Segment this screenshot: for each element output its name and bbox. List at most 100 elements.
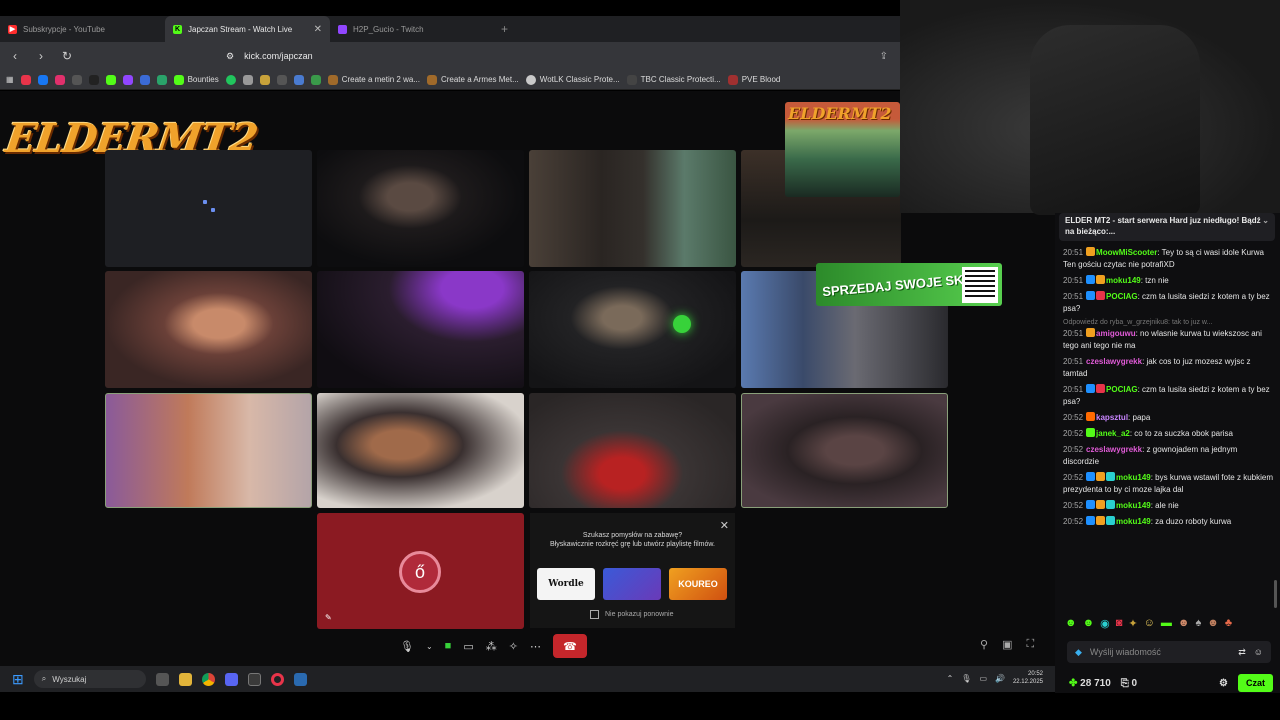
bookmark-icon[interactable] [242, 74, 253, 85]
badge-icon [1086, 291, 1096, 300]
mic-muted-icon: ✎ [325, 613, 332, 622]
emote-icon[interactable]: ☺ [1144, 617, 1155, 630]
bookmark-icon[interactable] [20, 74, 31, 85]
folder-icon [327, 74, 338, 85]
dont-show-again[interactable]: Nie pokazuj ponownie [590, 610, 674, 619]
close-tab-icon[interactable]: ✕ [314, 24, 322, 35]
wow-icon [727, 74, 738, 85]
participant-tile-empty [105, 150, 312, 267]
checkbox[interactable] [590, 610, 599, 619]
emote-icon[interactable]: ☻ [1178, 617, 1190, 630]
tab-youtube[interactable]: ▶ Subskrypcje - YouTube [0, 16, 165, 42]
volume-icon[interactable]: 🔊 [995, 674, 1005, 683]
tab-label: H2P_Gucio - Twitch [353, 24, 424, 34]
camera-icon[interactable]: ■ [445, 640, 452, 652]
fullscreen-icon[interactable]: ⛶ [1026, 638, 1034, 651]
game-card-kouk[interactable]: KOUREO [669, 568, 727, 600]
x-icon[interactable] [71, 74, 82, 85]
bookmark-icon[interactable] [156, 74, 167, 85]
facebook-icon[interactable] [37, 74, 48, 85]
tab-kick[interactable]: K Japczan Stream - Watch Live ✕ [165, 16, 330, 42]
apps-icon[interactable]: ▦ [6, 75, 14, 84]
bookmark-icon[interactable] [225, 74, 236, 85]
bookmark-tbc[interactable]: TBC Classic Protecti... [626, 74, 721, 85]
emote-icon[interactable]: ☻ [1065, 617, 1077, 630]
bookmark-bounties[interactable]: Bounties [173, 74, 219, 85]
emote-icon[interactable]: ☻ [1083, 617, 1095, 630]
chevron-down-icon[interactable]: ⌄ [1262, 215, 1269, 226]
taskbar-search[interactable]: ⌕ Wyszukaj [33, 670, 146, 688]
emote-icon[interactable]: ◙ [1116, 617, 1123, 630]
mic-tray-icon[interactable]: 🎙 [961, 674, 971, 683]
pinned-message[interactable]: ELDER MT2 - start serwera Hard juz niedł… [1059, 213, 1275, 241]
badge-icon [1096, 291, 1106, 300]
reactions-icon[interactable]: ⁂ [486, 640, 497, 653]
emote-icon[interactable]: ☻ [1207, 617, 1219, 630]
site-info-icon[interactable]: ⚙ [226, 51, 234, 62]
instagram-icon[interactable] [54, 74, 65, 85]
game-card-blue[interactable] [603, 568, 661, 600]
url-field[interactable]: ⚙ kick.com/japczan ⇪ [216, 46, 888, 66]
tab-twitch[interactable]: H2P_Gucio - Twitch [330, 16, 495, 42]
emote-icon[interactable]: ♣ [1225, 617, 1232, 630]
more-icon[interactable]: ⋯ [530, 640, 541, 653]
reload-icon[interactable]: ↻ [60, 49, 74, 63]
send-chat-button[interactable]: Czat [1237, 674, 1273, 692]
emote-icon[interactable]: ▬ [1161, 617, 1172, 630]
kick-coins[interactable]: ✤ 28 710 [1069, 678, 1111, 689]
bookmark-icon[interactable] [139, 74, 150, 85]
new-tab-icon[interactable]: + [501, 22, 508, 36]
bookmark-icon[interactable] [259, 74, 270, 85]
windows-start-icon[interactable]: ⊞ [12, 671, 24, 688]
windows-taskbar: ⊞ ⌕ Wyszukaj ⌃ 🎙 ▭ 🔊 20:52 22.12.2025 [0, 666, 1055, 692]
gift-icon: ⎘ [1120, 677, 1129, 689]
discord-icon[interactable] [224, 672, 238, 686]
chevron-down-icon[interactable]: ⌄ [426, 642, 433, 651]
pin-icon[interactable]: ⚲ [980, 638, 988, 651]
share-icon[interactable]: ⇪ [880, 51, 888, 62]
clock[interactable]: 20:52 22.12.2025 [1013, 670, 1043, 686]
file-explorer-icon[interactable] [178, 672, 192, 686]
chat-input[interactable]: ◆ Wyślij wiadomość ⇄ ☺ [1067, 641, 1271, 663]
chat-message: 20:51 MoowMiScooter: Tey to są ci wasi id… [1063, 247, 1264, 269]
kick-bookmark-icon[interactable] [105, 74, 116, 85]
gift-counter[interactable]: ⎘ 0 [1121, 678, 1137, 689]
app-icon[interactable] [247, 672, 261, 686]
bookmark-wotlk[interactable]: WotLK Classic Prote... [525, 74, 620, 85]
emote-icon[interactable]: ♠ [1195, 617, 1201, 630]
emote-icon[interactable]: ◉ [1100, 617, 1110, 630]
bookmark-icon[interactable] [293, 74, 304, 85]
bookmark-armes-met[interactable]: Create a Armes Met... [426, 74, 519, 85]
forward-icon[interactable]: › [34, 49, 48, 63]
bookmark-icon[interactable] [310, 74, 321, 85]
emoji-icon[interactable]: ☺ [1254, 647, 1263, 657]
twitch-bookmark-icon[interactable] [122, 74, 133, 85]
opera-icon[interactable] [270, 672, 284, 686]
settings-icon[interactable]: ⚙ [1219, 678, 1228, 689]
participant-tile [529, 150, 736, 267]
chat-message: 20:52 moku149: ale nie [1063, 500, 1179, 510]
chat-scrollbar[interactable] [1274, 580, 1277, 608]
emote-icon[interactable]: ✦ [1128, 617, 1137, 630]
meet-controls: 🎙 ⌄ ■ ▭ ⁂ ✧ ⋯ ☎ [400, 633, 640, 659]
network-icon[interactable]: ▭ [979, 674, 987, 683]
bookmark-metin-wa[interactable]: Create a metin 2 wa... [327, 74, 420, 85]
game-card-wordle[interactable]: Wordle [537, 568, 595, 600]
steam-icon[interactable] [293, 672, 307, 686]
bookmark-pve-blood[interactable]: PVE Blood [727, 74, 780, 85]
chrome-icon[interactable] [201, 672, 215, 686]
mic-icon[interactable]: 🎙 [400, 640, 414, 653]
hang-up-button[interactable]: ☎ [552, 634, 587, 658]
effects-icon[interactable]: ✧ [509, 640, 518, 653]
task-view-icon[interactable] [155, 672, 169, 686]
present-icon[interactable]: ▭ [463, 640, 473, 653]
chevron-up-icon[interactable]: ⌃ [947, 674, 954, 683]
bookmark-icon[interactable] [276, 74, 287, 85]
skin-promo-banner[interactable]: SPRZEDAJ SWOJE SKINY! [816, 263, 1002, 306]
tiktok-icon[interactable] [88, 74, 99, 85]
back-icon[interactable]: ‹ [8, 49, 22, 63]
badge-icon [1106, 516, 1116, 525]
pip-icon[interactable]: ▣ [1002, 638, 1012, 651]
translate-icon[interactable]: ⇄ [1238, 647, 1246, 658]
address-bar: ‹ › ↻ ⚙ kick.com/japczan ⇪ [0, 42, 900, 70]
